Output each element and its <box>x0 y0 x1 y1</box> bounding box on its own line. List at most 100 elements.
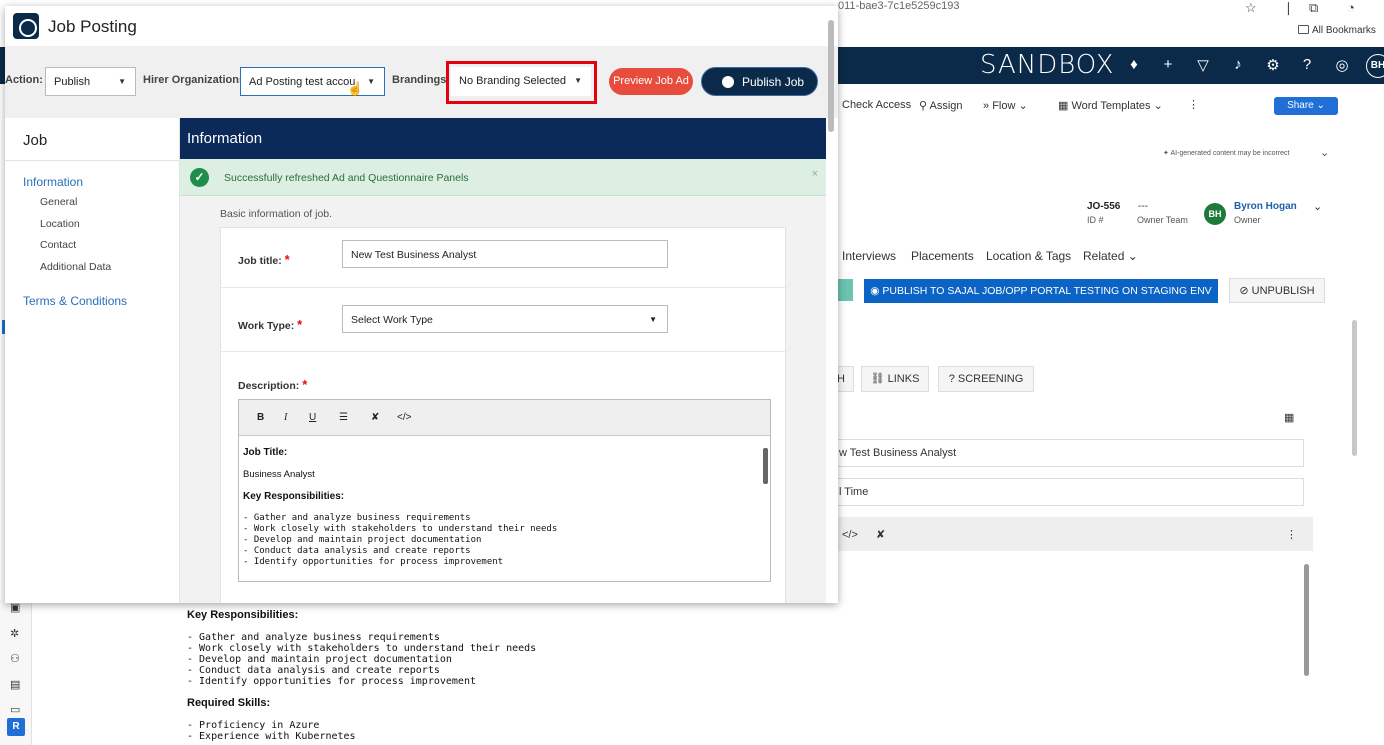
required-mark: * <box>297 317 303 332</box>
tab-related[interactable]: Related ⌄ <box>1083 249 1138 263</box>
globe-icon <box>722 76 734 88</box>
caret-down-icon: ▼ <box>118 77 126 86</box>
header-chevron-icon[interactable]: ⌄ <box>1313 200 1322 213</box>
editor-toolbar: B I U ☰ ✘ </> <box>239 400 770 436</box>
share-button[interactable]: Share ⌄ <box>1274 97 1338 115</box>
extensions-icon[interactable]: ⧉ <box>1309 0 1318 16</box>
unpublish-button[interactable]: ⊘ UNPUBLISH <box>1229 278 1325 303</box>
assign-button[interactable]: ⚲ Assign <box>919 99 963 112</box>
bg-skills-heading: Required Skills: <box>187 697 271 709</box>
editor-job-title-text: Business Analyst <box>243 469 315 480</box>
word-templates-button[interactable]: ▦ Word Templates ⌄ <box>1058 99 1163 112</box>
editor-more-icon[interactable]: ⋮ <box>1286 528 1297 541</box>
hirer-organizations-select[interactable]: Ad Posting test accou ▼ <box>240 67 385 96</box>
bullet-list-icon[interactable]: ☰ <box>339 412 348 423</box>
report-icon[interactable]: ▤ <box>10 678 20 691</box>
bg-title-field[interactable]: w Test Business Analyst <box>830 439 1304 467</box>
filter-icon[interactable]: ▽ <box>1193 56 1213 74</box>
action-value: Publish <box>54 76 91 88</box>
italic-icon[interactable]: I <box>284 412 287 423</box>
clear-format-icon[interactable]: ✘ <box>371 412 379 423</box>
calendar-rail-icon[interactable]: ▭ <box>10 703 20 716</box>
code-icon[interactable]: </> <box>842 529 858 541</box>
teal-button-edge[interactable] <box>838 279 853 301</box>
links-label: LINKS <box>887 373 920 385</box>
sidebar-item-contact[interactable]: Contact <box>40 239 76 251</box>
mic-icon[interactable]: ❘ <box>1283 0 1294 16</box>
calendar-icon[interactable]: ▦ <box>1284 411 1294 424</box>
sidebar-item-location[interactable]: Location <box>40 218 80 230</box>
sidebar-item-information[interactable]: Information <box>23 175 83 189</box>
job-title-label-text: Job title: <box>238 255 282 267</box>
people-icon[interactable]: ⚇ <box>10 652 20 665</box>
sidebar-heading: Job <box>23 132 48 149</box>
profile-icon[interactable]: ◔ <box>1347 0 1355 15</box>
sidebar-item-general[interactable]: General <box>40 196 77 208</box>
job-title-input[interactable]: New Test Business Analyst <box>342 240 668 268</box>
owner-team-value: --- <box>1138 201 1148 212</box>
flow-button[interactable]: » Flow ⌄ <box>983 99 1028 112</box>
editor-body[interactable]: Job Title: Business Analyst Key Responsi… <box>243 447 758 568</box>
editor-resp-line: - Work closely with stakeholders to unde… <box>243 524 558 534</box>
publish-portal-button[interactable]: ◉ PUBLISH TO SAJAL JOB/OPP PORTAL TESTIN… <box>864 279 1218 303</box>
close-icon[interactable]: × <box>812 168 818 180</box>
mouse-cursor-icon: ☝ <box>347 81 364 96</box>
bg-resp-line: - Gather and analyze business requiremen… <box>187 632 440 643</box>
tab-location-tags[interactable]: Location & Tags <box>986 249 1071 263</box>
underline-icon[interactable]: U <box>309 412 316 423</box>
clear-format-icon[interactable]: ✘ <box>876 528 885 541</box>
editor-resp-line: - Conduct data analysis and create repor… <box>243 546 471 556</box>
apps-icon[interactable]: ◎ <box>1332 56 1352 74</box>
gear-icon[interactable]: ⚙ <box>1263 56 1283 74</box>
action-select[interactable]: Publish ▼ <box>45 67 136 96</box>
publish-job-button[interactable]: Publish Job <box>701 67 818 96</box>
sidebar-item-additional-data[interactable]: Additional Data <box>40 261 111 273</box>
page-scrollbar[interactable] <box>1352 320 1357 456</box>
modal-header: Job Posting <box>5 6 838 46</box>
bold-icon[interactable]: B <box>257 412 264 423</box>
tab-interviews[interactable]: Interviews <box>842 249 896 263</box>
chevron-down-icon[interactable]: ⌄ <box>1320 146 1329 159</box>
bg-worktype-field[interactable]: l Time <box>830 478 1304 506</box>
bell-icon[interactable]: ♪ <box>1228 56 1248 73</box>
ai-note-label: AI-generated content may be incorrect <box>1170 150 1290 157</box>
bg-resp-line: - Develop and maintain project documenta… <box>187 654 452 665</box>
check-access-button[interactable]: Check Access <box>842 99 911 111</box>
award-icon[interactable]: ✲ <box>10 627 19 640</box>
modal-scrollbar[interactable] <box>828 20 834 132</box>
star-icon[interactable]: ☆ <box>1245 0 1257 16</box>
date-field[interactable] <box>830 403 1304 431</box>
sidebar-item-terms[interactable]: Terms & Conditions <box>23 294 127 308</box>
editor-scrollbar[interactable] <box>763 448 768 484</box>
work-type-select[interactable]: Select Work Type ▼ <box>342 305 668 333</box>
preview-job-ad-button[interactable]: Preview Job Ad <box>609 68 693 95</box>
url-fragment[interactable]: 011-bae3-7c1e5259c193 <box>838 0 960 12</box>
description-editor[interactable]: B I U ☰ ✘ </> Job Title: Business Analys… <box>238 399 771 582</box>
modal-title: Job Posting <box>48 17 137 36</box>
success-alert: ✓ Successfully refreshed Ad and Question… <box>180 159 826 196</box>
lightbulb-icon[interactable]: ♦ <box>1124 56 1144 73</box>
flow-label: Flow <box>992 100 1016 112</box>
area-switcher[interactable]: R <box>7 718 25 736</box>
plus-icon[interactable]: + <box>1158 56 1178 73</box>
screening-button[interactable]: ? SCREENING <box>938 366 1034 392</box>
work-type-label-text: Work Type: <box>238 320 295 332</box>
bg-editor-toolbar <box>838 517 1313 551</box>
more-icon[interactable]: ⋮ <box>1188 98 1199 111</box>
all-bookmarks[interactable]: All Bookmarks <box>1312 25 1376 36</box>
job-title-label: Job title: * <box>238 252 290 267</box>
links-button[interactable]: ⛓ LINKS <box>861 366 929 392</box>
help-icon[interactable]: ? <box>1297 56 1317 73</box>
user-avatar[interactable]: BH <box>1366 54 1384 78</box>
bg-editor-scrollbar[interactable] <box>1304 564 1309 676</box>
code-view-icon[interactable]: </> <box>397 412 411 423</box>
unpublish-label: UNPUBLISH <box>1251 285 1315 297</box>
description-label-text: Description: <box>238 380 300 392</box>
editor-key-resp-heading: Key Responsibilities: <box>243 491 345 502</box>
environment-title: SANDBOX <box>980 50 1115 80</box>
divider <box>5 160 180 161</box>
annotation-highlight <box>446 61 597 104</box>
tab-placements[interactable]: Placements <box>911 249 974 263</box>
divider <box>221 287 787 288</box>
owner-name-link[interactable]: Byron Hogan <box>1234 201 1297 212</box>
